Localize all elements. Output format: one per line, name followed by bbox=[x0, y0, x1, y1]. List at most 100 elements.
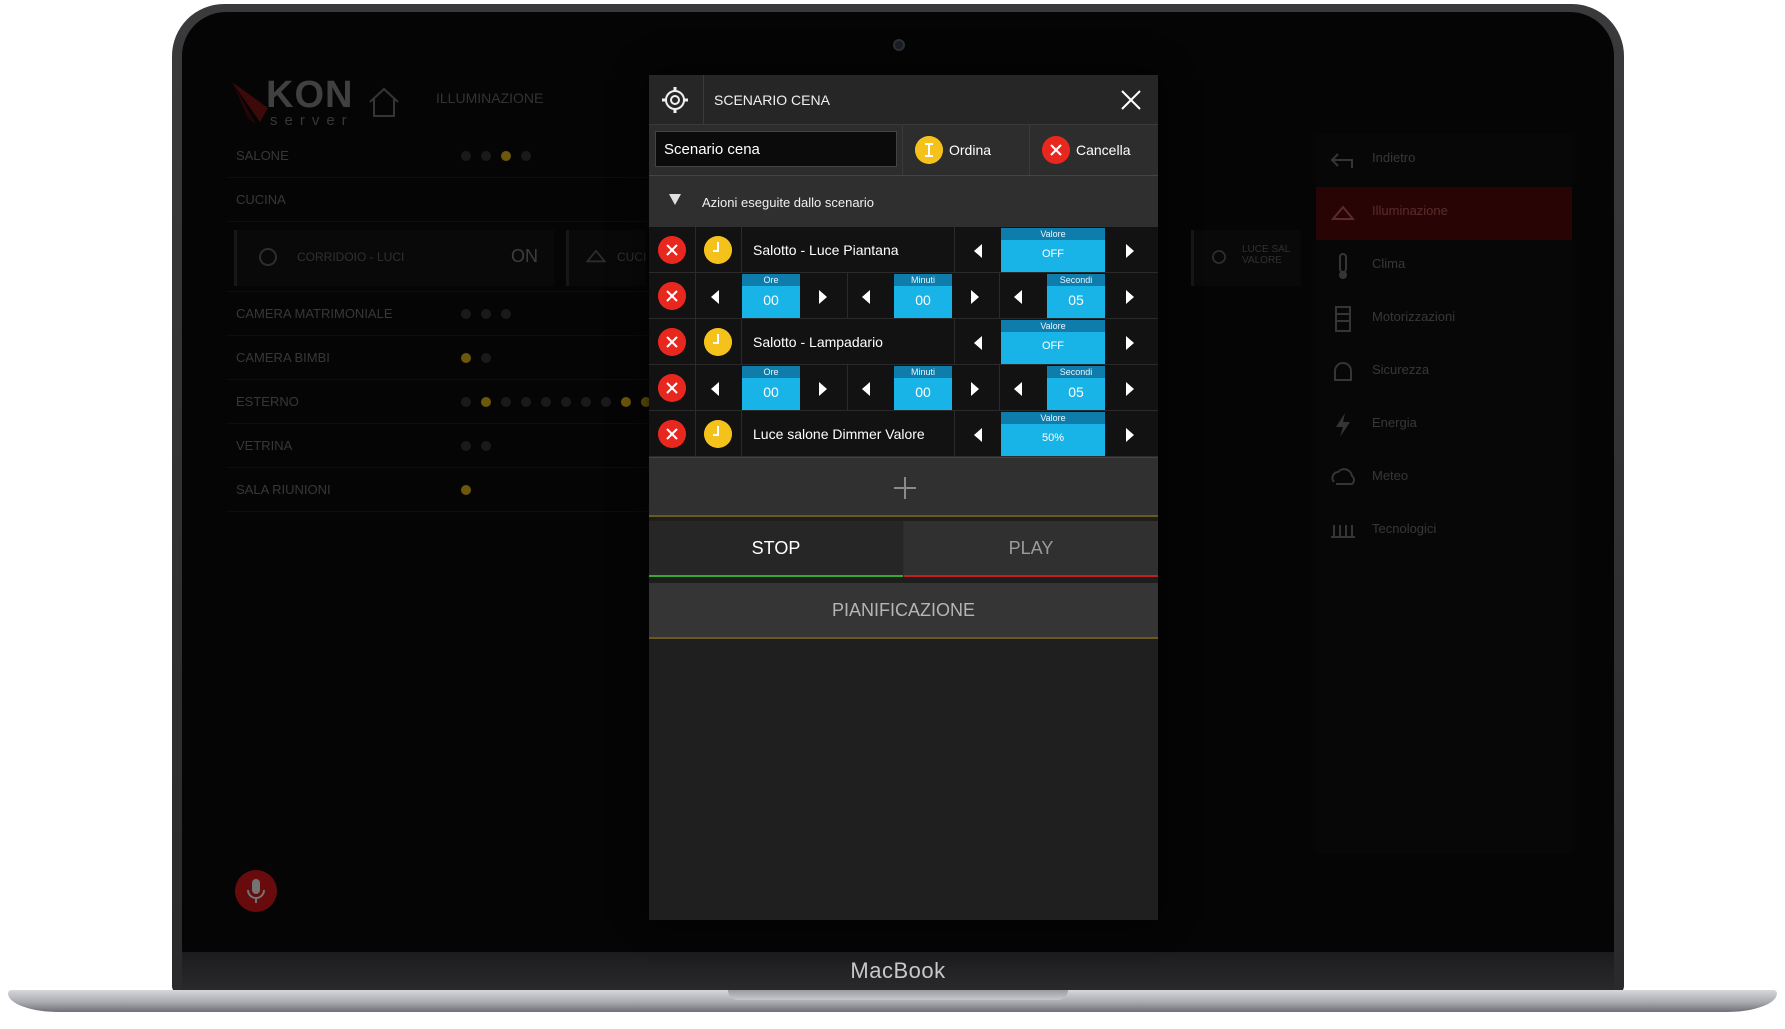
menu-item-clima[interactable]: Clima bbox=[1316, 240, 1572, 293]
room-status-dots bbox=[461, 397, 651, 407]
menu-item-label: Tecnologici bbox=[1372, 521, 1437, 536]
laptop-brand: MacBook bbox=[850, 958, 946, 983]
action-row-delay: Ore 00 Minuti 00 Secondi 05 bbox=[649, 365, 1158, 411]
value-next-icon[interactable] bbox=[1126, 244, 1134, 258]
menu-item-illuminazione[interactable]: Illuminazione bbox=[1316, 187, 1572, 240]
seconds-prev-icon[interactable] bbox=[1014, 382, 1022, 396]
planning-button[interactable]: PIANIFICAZIONE bbox=[649, 583, 1158, 639]
remove-action-icon[interactable] bbox=[658, 420, 686, 448]
minutes-prev-icon[interactable] bbox=[862, 290, 870, 304]
hours-value: 00 bbox=[763, 292, 779, 308]
menu-item-tecnologici[interactable]: Tecnologici bbox=[1316, 505, 1572, 558]
minutes-caption: Minuti bbox=[894, 274, 952, 286]
menu-item-label: Clima bbox=[1372, 256, 1406, 271]
remove-action-icon[interactable] bbox=[658, 236, 686, 264]
remove-action-icon[interactable] bbox=[658, 374, 686, 402]
hours-prev-icon[interactable] bbox=[711, 290, 719, 304]
seconds-next-icon[interactable] bbox=[1126, 382, 1134, 396]
microphone-icon bbox=[247, 879, 265, 903]
seconds-value: 05 bbox=[1068, 384, 1084, 400]
close-icon[interactable] bbox=[1118, 87, 1144, 113]
scenario-dialog: SCENARIO CENA Ordina Cancella bbox=[649, 75, 1158, 920]
playback-tabs: STOP PLAY bbox=[649, 521, 1158, 577]
cloud-icon bbox=[1331, 468, 1355, 485]
dialog-header: SCENARIO CENA bbox=[649, 75, 1158, 125]
room-label: VETRINA bbox=[236, 438, 293, 453]
actions-section-header[interactable]: Azioni eseguite dallo scenario bbox=[649, 175, 1158, 227]
camera-icon bbox=[893, 39, 905, 51]
value-display: Valore OFF bbox=[1001, 228, 1105, 272]
menu-item-energia[interactable]: Energia bbox=[1316, 399, 1572, 452]
device-tile[interactable]: CORRIDOIO - LUCI ON bbox=[234, 230, 554, 286]
device-tile[interactable]: CUCI bbox=[566, 230, 646, 286]
value-caption: Valore bbox=[1001, 228, 1105, 240]
order-label: Ordina bbox=[949, 142, 992, 158]
shutter-icon bbox=[1335, 306, 1351, 332]
remove-action-icon[interactable] bbox=[658, 328, 686, 356]
minutes-next-icon[interactable] bbox=[971, 382, 979, 396]
add-action-button[interactable] bbox=[649, 457, 1158, 517]
lamp-icon bbox=[585, 249, 607, 263]
seconds-next-icon[interactable] bbox=[1126, 290, 1134, 304]
play-tab[interactable]: PLAY bbox=[904, 521, 1158, 577]
value-prev-icon[interactable] bbox=[974, 428, 982, 442]
hours-display: Ore 00 bbox=[742, 366, 800, 410]
hours-prev-icon[interactable] bbox=[711, 382, 719, 396]
menu-item-motorizzazioni[interactable]: Motorizzazioni bbox=[1316, 293, 1572, 346]
hours-next-icon[interactable] bbox=[819, 290, 827, 304]
seconds-display: Secondi 05 bbox=[1047, 274, 1105, 318]
bulb-icon bbox=[259, 248, 277, 266]
app-logo: KON server bbox=[226, 74, 354, 130]
menu-item-sicurezza[interactable]: Sicurezza bbox=[1316, 346, 1572, 399]
menu-item-indietro[interactable]: Indietro bbox=[1316, 134, 1572, 187]
microphone-button[interactable] bbox=[235, 870, 277, 912]
category-menu: Indietro Illuminazione Clima Motorizzazi… bbox=[1316, 134, 1572, 854]
hours-display: Ore 00 bbox=[742, 274, 800, 318]
clock-icon[interactable] bbox=[704, 236, 732, 264]
hours-caption: Ore bbox=[742, 366, 800, 378]
device-name: Luce salone Dimmer Valore bbox=[753, 426, 925, 442]
menu-item-label: Sicurezza bbox=[1372, 362, 1430, 377]
gear-icon[interactable] bbox=[661, 86, 689, 114]
collapse-triangle-icon bbox=[669, 194, 681, 205]
room-label: ESTERNO bbox=[236, 394, 299, 409]
bell-icon bbox=[1334, 362, 1352, 381]
logo-text: KON bbox=[266, 74, 354, 116]
stop-tab[interactable]: STOP bbox=[649, 521, 903, 577]
clock-icon[interactable] bbox=[704, 420, 732, 448]
hours-caption: Ore bbox=[742, 274, 800, 286]
device-tile[interactable]: LUCE SAL VALORE bbox=[1191, 230, 1301, 286]
value-next-icon[interactable] bbox=[1126, 336, 1134, 350]
tile-label: CORRIDOIO - LUCI bbox=[297, 250, 405, 264]
delete-button[interactable]: Cancella bbox=[1029, 125, 1158, 175]
value-prev-icon[interactable] bbox=[974, 336, 982, 350]
menu-item-meteo[interactable]: Meteo bbox=[1316, 452, 1572, 505]
tile-label: CUCI bbox=[617, 250, 647, 264]
remove-action-icon[interactable] bbox=[658, 282, 686, 310]
seconds-value: 05 bbox=[1068, 292, 1084, 308]
clock-icon[interactable] bbox=[704, 328, 732, 356]
room-label: CAMERA MATRIMONIALE bbox=[236, 306, 393, 321]
seconds-prev-icon[interactable] bbox=[1014, 290, 1022, 304]
minutes-prev-icon[interactable] bbox=[862, 382, 870, 396]
seconds-display: Secondi 05 bbox=[1047, 366, 1105, 410]
hours-value: 00 bbox=[763, 384, 779, 400]
order-button[interactable]: Ordina bbox=[902, 125, 1028, 175]
value-prev-icon[interactable] bbox=[974, 244, 982, 258]
delete-label: Cancella bbox=[1076, 142, 1131, 158]
tile-label: LUCE SAL VALORE bbox=[1242, 244, 1290, 266]
home-icon[interactable] bbox=[364, 82, 404, 122]
minutes-next-icon[interactable] bbox=[971, 290, 979, 304]
thermometer-icon bbox=[1339, 253, 1347, 279]
room-label: SALONE bbox=[236, 148, 289, 163]
action-row-device: Luce salone Dimmer Valore Valore 50% bbox=[649, 411, 1158, 457]
room-label: SALA RIUNIONI bbox=[236, 482, 331, 497]
value-next-icon[interactable] bbox=[1126, 428, 1134, 442]
device-name: Salotto - Luce Piantana bbox=[753, 242, 899, 258]
logo-subtext: server bbox=[270, 112, 354, 129]
scenario-name-input[interactable] bbox=[655, 131, 897, 167]
hours-next-icon[interactable] bbox=[819, 382, 827, 396]
room-label: CAMERA BIMBI bbox=[236, 350, 330, 365]
menu-item-label: Energia bbox=[1372, 415, 1417, 430]
menu-item-label: Motorizzazioni bbox=[1372, 309, 1456, 324]
